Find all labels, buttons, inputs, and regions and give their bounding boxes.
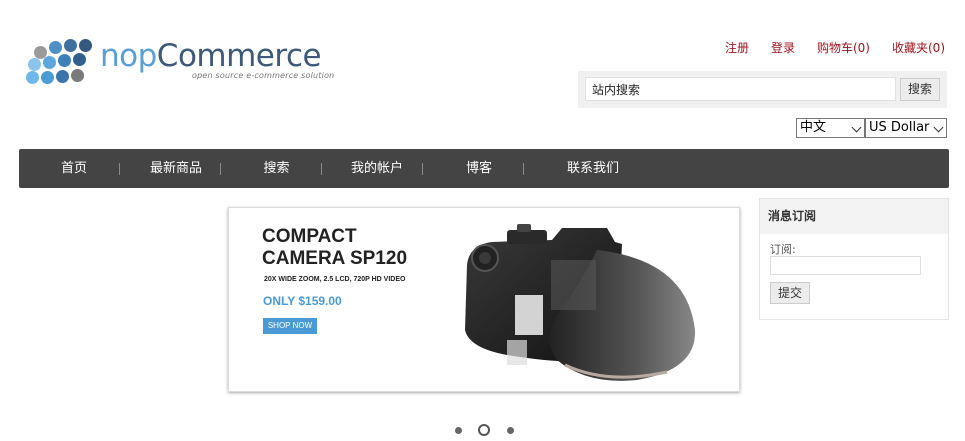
home-slider[interactable]: COMPACT CAMERA SP120 20X WIDE ZOOM, 2.5 …: [228, 207, 740, 392]
menu-separator: [119, 163, 120, 175]
newsletter-email-input[interactable]: [770, 256, 921, 275]
wishlist-label: 收藏夹: [891, 41, 928, 55]
camera-image: [465, 224, 696, 381]
search-box: 搜索: [578, 71, 947, 108]
shop-now-button[interactable]: SHOP NOW: [263, 318, 317, 334]
currency-select[interactable]: US Dollar: [865, 118, 947, 138]
menu-item-my-account[interactable]: 我的帐户: [335, 149, 419, 188]
register-link[interactable]: 注册: [725, 39, 749, 56]
chevron-down-icon: [851, 122, 862, 133]
slider-pagination: [450, 424, 520, 438]
menu-item-new-products[interactable]: 最新商品: [132, 149, 220, 188]
search-button[interactable]: 搜索: [900, 78, 940, 101]
menu-separator: [220, 163, 221, 175]
slider-dot-active[interactable]: [478, 424, 490, 436]
login-link[interactable]: 登录: [771, 39, 795, 56]
currency-select-value: US Dollar: [869, 120, 930, 135]
slide-title: COMPACT CAMERA SP120: [262, 226, 408, 269]
slider-dot[interactable]: [507, 427, 514, 434]
slide-price: ONLY $159.00: [263, 294, 342, 308]
logo-wordmark: nopCommerce: [100, 38, 322, 74]
search-input[interactable]: [585, 77, 896, 101]
newsletter-label: 订阅:: [770, 243, 796, 256]
language-select-value: 中文: [800, 120, 827, 135]
menu-separator: [321, 163, 322, 175]
language-select[interactable]: 中文: [796, 118, 865, 138]
slide-subtitle: 20X WIDE ZOOM, 2.5 LCD, 720P HD VIDEO: [264, 276, 406, 283]
slider-dot[interactable]: [455, 427, 462, 434]
newsletter-submit-button[interactable]: 提交: [770, 282, 810, 304]
logo-tagline: open source e-commerce solution: [192, 71, 335, 80]
newsletter-title: 消息订阅: [760, 199, 948, 234]
top-menu: 首页 最新商品 搜索 我的帐户 博客 联系我们: [19, 149, 949, 188]
wishlist-count: (0): [928, 41, 945, 55]
site-logo[interactable]: nopCommerce open source e-commerce solut…: [26, 36, 334, 86]
cart-count: (0): [852, 41, 870, 55]
menu-item-home[interactable]: 首页: [41, 149, 107, 188]
cart-link[interactable]: 购物车(0): [817, 39, 870, 56]
header-links: 注册 登录 购物车(0) 收藏夹(0): [725, 39, 945, 56]
menu-item-contact-us[interactable]: 联系我们: [535, 149, 651, 188]
menu-separator: [523, 163, 524, 175]
cart-label: 购物车: [816, 41, 853, 55]
menu-item-blog[interactable]: 博客: [437, 149, 521, 188]
newsletter-block: 消息订阅 订阅: 提交: [759, 198, 949, 320]
logo-dots-icon: [26, 36, 96, 86]
wishlist-link[interactable]: 收藏夹(0): [892, 39, 945, 56]
menu-separator: [422, 163, 423, 175]
chevron-down-icon: [933, 122, 944, 133]
menu-item-search[interactable]: 搜索: [234, 149, 319, 188]
